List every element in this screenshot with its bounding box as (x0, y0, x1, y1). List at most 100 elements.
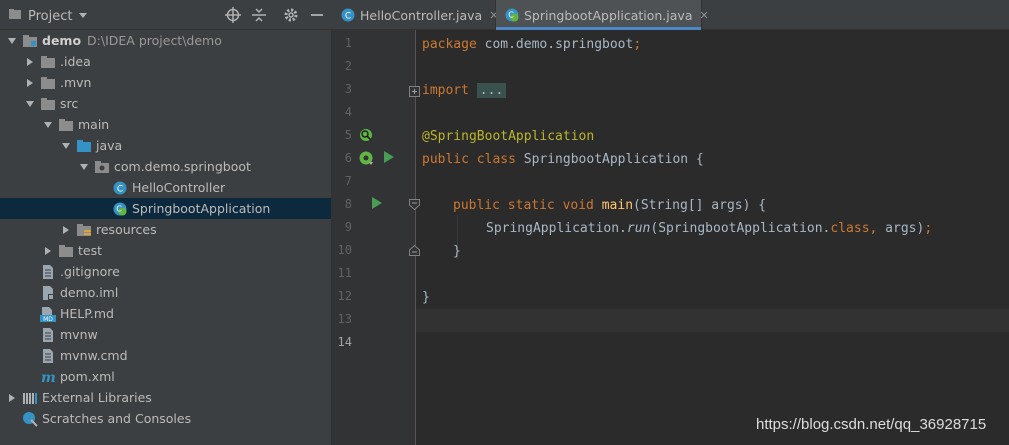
line-number[interactable]: 4 (332, 105, 352, 119)
tree-item-label: .gitignore (60, 264, 120, 279)
line-number[interactable]: 11 (332, 266, 352, 280)
package-icon (94, 159, 110, 175)
tab-hello-controller[interactable]: C HelloController.java ✕ (332, 0, 498, 30)
class-icon: C (112, 180, 128, 196)
folder-icon (40, 75, 56, 91)
svg-text:MD: MD (43, 316, 53, 322)
spring-bean-icon[interactable] (358, 127, 374, 143)
tree-item-label: .idea (60, 54, 91, 69)
tree-item-src[interactable]: src (0, 93, 331, 114)
chevron-down-icon[interactable] (6, 35, 18, 47)
project-panel-header: Project (0, 0, 332, 30)
line-number[interactable]: 3 (332, 82, 352, 96)
spring-class-icon: C (504, 7, 520, 23)
tree-item-scratches-and-consoles[interactable]: Scratches and Consoles (0, 408, 331, 429)
source-folder-icon (76, 138, 92, 154)
line-number[interactable]: 2 (332, 59, 352, 73)
tree-item-label: resources (96, 222, 157, 237)
spring-config-icon[interactable] (358, 150, 376, 166)
line-number[interactable]: 7 (332, 174, 352, 188)
chevron-right-icon[interactable] (24, 77, 36, 89)
svg-text:C: C (345, 12, 351, 22)
code-line-3: import ... (422, 79, 507, 102)
collapse-all-icon[interactable] (250, 6, 268, 24)
tree-item-mvnw-cmd[interactable]: mvnw.cmd (0, 345, 331, 366)
tree-item-mvn[interactable]: .mvn (0, 72, 331, 93)
svg-text:C: C (116, 204, 122, 213)
project-panel-title: Project (28, 8, 73, 24)
tree-item-springbootapplication[interactable]: C SpringbootApplication (0, 198, 331, 219)
chevron-down-icon[interactable] (60, 140, 72, 152)
tree-item-pom-xml[interactable]: m pom.xml (0, 366, 331, 387)
iml-file-icon (40, 285, 56, 301)
chevron-down-icon[interactable] (24, 98, 36, 110)
chevron-right-icon[interactable] (24, 56, 36, 68)
current-line-highlight (416, 309, 1009, 332)
module-folder-icon (22, 33, 38, 49)
line-number[interactable]: 14 (332, 335, 352, 349)
tree-item-label: main (78, 117, 110, 132)
tree-item-mvnw[interactable]: mvnw (0, 324, 331, 345)
chevron-down-icon[interactable] (78, 161, 90, 173)
tree-item-label: SpringbootApplication (132, 201, 271, 216)
project-tree: demo D:\IDEA project\demo .idea .mvn src main… (0, 30, 331, 429)
tab-label: HelloController.java (360, 7, 483, 23)
tree-item-label: demo (42, 33, 82, 48)
fold-collapse-icon[interactable] (408, 198, 420, 210)
svg-text:C: C (117, 184, 123, 194)
chevron-down-icon[interactable] (42, 119, 54, 131)
gear-icon[interactable] (282, 6, 300, 24)
fold-end-icon[interactable] (408, 244, 420, 256)
line-number[interactable]: 13 (332, 312, 352, 326)
tree-item-label: mvnw (60, 327, 98, 342)
text-file-icon (40, 264, 56, 280)
line-number[interactable]: 8 (332, 197, 352, 211)
watermark: https://blog.csdn.net/qq_36928715 (756, 416, 987, 433)
line-number[interactable]: 9 (332, 220, 352, 234)
line-number[interactable]: 1 (332, 36, 352, 50)
folder-icon (58, 117, 74, 133)
svg-text:C: C (508, 11, 514, 20)
run-main-icon[interactable] (370, 195, 384, 211)
locate-icon[interactable] (224, 6, 242, 24)
code-line-13: } (422, 290, 430, 305)
tree-item-hellocontroller[interactable]: C HelloController (0, 177, 331, 198)
code-line-1: package com.demo.springboot; (422, 37, 642, 52)
minimize-icon[interactable] (308, 6, 326, 24)
tree-item-main[interactable]: main (0, 114, 331, 135)
tree-item-demo[interactable]: demo D:\IDEA project\demo (0, 30, 331, 51)
run-icon[interactable] (382, 149, 396, 165)
tree-item-java[interactable]: java (0, 135, 331, 156)
tree-item-help-md[interactable]: MD HELP.md (0, 303, 331, 324)
folder-icon (40, 54, 56, 70)
chevron-right-icon[interactable] (60, 224, 72, 236)
tree-item-resources[interactable]: resources (0, 219, 331, 240)
folded-imports[interactable]: ... (476, 83, 507, 98)
project-view-selector[interactable]: Project (8, 7, 88, 25)
libraries-icon (22, 390, 38, 406)
line-number[interactable]: 12 (332, 289, 352, 303)
md-file-icon: MD (40, 306, 56, 322)
line-number[interactable]: 10 (332, 243, 352, 257)
spring-class-icon: C (112, 201, 128, 217)
fold-expand-icon[interactable] (408, 85, 420, 97)
chevron-right-icon[interactable] (42, 245, 54, 257)
tree-item-label: .mvn (60, 75, 92, 90)
tab-springboot-application[interactable]: C SpringbootApplication.java ✕ (496, 0, 709, 30)
code-line-10: SpringApplication.run(SpringbootApplicat… (486, 221, 933, 236)
close-icon[interactable]: ✕ (699, 9, 708, 22)
line-number[interactable]: 5 (332, 128, 352, 142)
tree-item-idea[interactable]: .idea (0, 51, 331, 72)
tree-item-test[interactable]: test (0, 240, 331, 261)
code-line-6: @SpringBootApplication (422, 129, 595, 144)
tree-item-demo-iml[interactable]: demo.iml (0, 282, 331, 303)
chevron-right-icon[interactable] (6, 392, 18, 404)
tree-item-gitignore[interactable]: .gitignore (0, 261, 331, 282)
tree-item-com-demo-springboot[interactable]: com.demo.springboot (0, 156, 331, 177)
tree-item-external-libraries[interactable]: External Libraries (0, 387, 331, 408)
line-number[interactable]: 6 (332, 151, 352, 165)
